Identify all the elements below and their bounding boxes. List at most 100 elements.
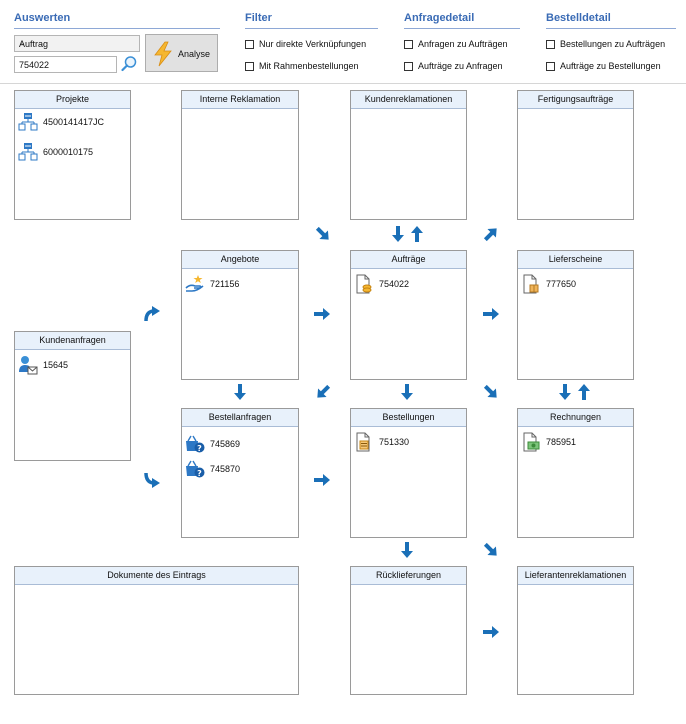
lightning-icon	[154, 41, 172, 67]
panel-interne-reklamation: Interne Reklamation	[181, 90, 299, 220]
arrow-icon	[401, 542, 413, 558]
list-item[interactable]: 6000010175	[18, 142, 93, 162]
panel-title: Bestellanfragen	[182, 409, 298, 427]
panel-projekte: Projekte 4500141417JC 6000010175	[14, 90, 131, 220]
list-item-label: 745869	[210, 439, 241, 449]
checkbox-box[interactable]	[546, 39, 555, 49]
panel-lieferantenreklamationen: Lieferantenreklamationen	[517, 566, 634, 695]
curved-arrow-icon	[144, 472, 160, 488]
panel-title: Lieferscheine	[518, 251, 633, 269]
hierarchy-icon	[18, 113, 38, 131]
section-auswerten-title: Auswerten	[14, 12, 71, 24]
list-item[interactable]: ? 745869	[185, 434, 240, 454]
section-filter-line	[245, 28, 378, 29]
list-item[interactable]: 777650	[521, 274, 576, 294]
arrow-icon	[483, 384, 497, 398]
checkbox-auftraege-zu-bestellungen[interactable]: Aufträge zu Bestellungen	[546, 59, 661, 73]
panel-title: Interne Reklamation	[182, 91, 298, 109]
arrow-icon	[483, 228, 497, 242]
panel-title: Dokumente des Eintrags	[15, 567, 298, 585]
panel-title: Fertigungsaufträge	[518, 91, 633, 109]
type-select[interactable]: Auftrag ⌄	[14, 35, 140, 52]
checkbox-bestellungen-zu-auftraegen[interactable]: Bestellungen zu Aufträgen	[546, 37, 665, 51]
arrow-icon	[483, 626, 499, 638]
checkbox-label: Nur direkte Verknüpfungen	[259, 39, 367, 49]
section-bestelldetail-title: Bestelldetail	[546, 12, 611, 24]
list-item[interactable]: 751330	[354, 432, 409, 452]
checkbox-box[interactable]	[404, 39, 413, 49]
panel-title: Bestellungen	[351, 409, 466, 427]
analyse-button-label: Analyse	[178, 49, 211, 59]
arrow-icon	[559, 384, 571, 400]
panel-bestellungen: Bestellungen 751330	[350, 408, 467, 538]
arrow-icon	[401, 384, 413, 400]
number-input[interactable]: 754022	[14, 56, 117, 73]
list-item-label: 15645	[43, 360, 69, 370]
list-item-label: 745870	[210, 464, 241, 474]
panel-title: Kundenanfragen	[15, 332, 130, 350]
list-item-label: 6000010175	[43, 147, 94, 157]
checkbox-auftraege-zu-anfragen[interactable]: Aufträge zu Anfragen	[404, 59, 503, 73]
arrow-icon	[392, 226, 404, 242]
document-coins-icon	[356, 274, 372, 294]
number-input-value: 754022	[19, 60, 50, 70]
section-anfragedetail-line	[404, 28, 520, 29]
list-item-label: 777650	[546, 279, 577, 289]
search-icon[interactable]	[120, 55, 138, 73]
arrow-icon	[578, 384, 590, 400]
checkbox-direkte-verknuepfungen[interactable]: Nur direkte Verknüpfungen	[245, 37, 366, 51]
list-item-label: 751330	[379, 437, 410, 447]
document-money-icon	[523, 432, 540, 452]
panel-title: Rücklieferungen	[351, 567, 466, 585]
panel-title: Kundenreklamationen	[351, 91, 466, 109]
arrow-icon	[314, 308, 330, 320]
panel-title: Aufträge	[351, 251, 466, 269]
document-list-icon	[356, 432, 370, 452]
checkbox-box[interactable]	[404, 61, 413, 71]
basket-question-icon: ?	[186, 435, 205, 453]
panel-auftraege: Aufträge 754022	[350, 250, 467, 380]
svg-text:?: ?	[197, 469, 202, 478]
list-item-label: 785951	[546, 437, 577, 447]
list-item-label: 721156	[210, 279, 240, 289]
checkbox-box[interactable]	[546, 61, 555, 71]
list-item[interactable]: 721156	[185, 274, 239, 294]
list-item[interactable]: 785951	[521, 432, 576, 452]
list-item-label: 754022	[379, 279, 410, 289]
curved-arrow-icon	[144, 306, 160, 322]
checkbox-label: Mit Rahmenbestellungen	[259, 61, 359, 71]
list-item[interactable]: ? 745870	[185, 459, 240, 479]
checkbox-box[interactable]	[245, 61, 254, 71]
section-bestelldetail-line	[546, 28, 676, 29]
checkbox-anfragen-zu-auftraegen[interactable]: Anfragen zu Aufträgen	[404, 37, 508, 51]
chevron-down-icon: ⌄	[19, 38, 26, 47]
analyse-button[interactable]: Analyse	[145, 34, 218, 72]
arrow-icon	[317, 384, 331, 398]
list-item-label: 4500141417JC	[43, 117, 105, 127]
svg-text:?: ?	[197, 444, 202, 453]
person-mail-icon	[19, 356, 38, 375]
panel-lieferscheine: Lieferscheine 777650	[517, 250, 634, 380]
list-item[interactable]: 754022	[354, 274, 409, 294]
arrow-icon	[411, 226, 423, 242]
panel-ruecklieferungen: Rücklieferungen	[350, 566, 467, 695]
panel-title: Rechnungen	[518, 409, 633, 427]
checkbox-box[interactable]	[245, 39, 254, 49]
panel-title: Projekte	[15, 91, 130, 109]
section-filter-title: Filter	[245, 12, 272, 24]
panel-dokumente: Dokumente des Eintrags	[14, 566, 299, 695]
hierarchy-icon	[18, 143, 38, 161]
arrow-icon	[234, 384, 246, 400]
list-item[interactable]: 4500141417JC	[18, 112, 104, 132]
panel-bestellanfragen: Bestellanfragen ? 745869 ? 745870	[181, 408, 299, 538]
list-item[interactable]: 15645	[18, 355, 68, 375]
section-auswerten-line	[14, 28, 220, 29]
checkbox-label: Aufträge zu Bestellungen	[560, 61, 661, 71]
arrow-icon	[483, 542, 497, 556]
document-box-icon	[523, 274, 539, 294]
hand-star-icon	[185, 275, 204, 292]
arrow-icon	[483, 308, 499, 320]
panel-kundenanfragen: Kundenanfragen 15645	[14, 331, 131, 461]
checkbox-label: Aufträge zu Anfragen	[418, 61, 503, 71]
checkbox-rahmenbestellungen[interactable]: Mit Rahmenbestellungen	[245, 59, 359, 73]
